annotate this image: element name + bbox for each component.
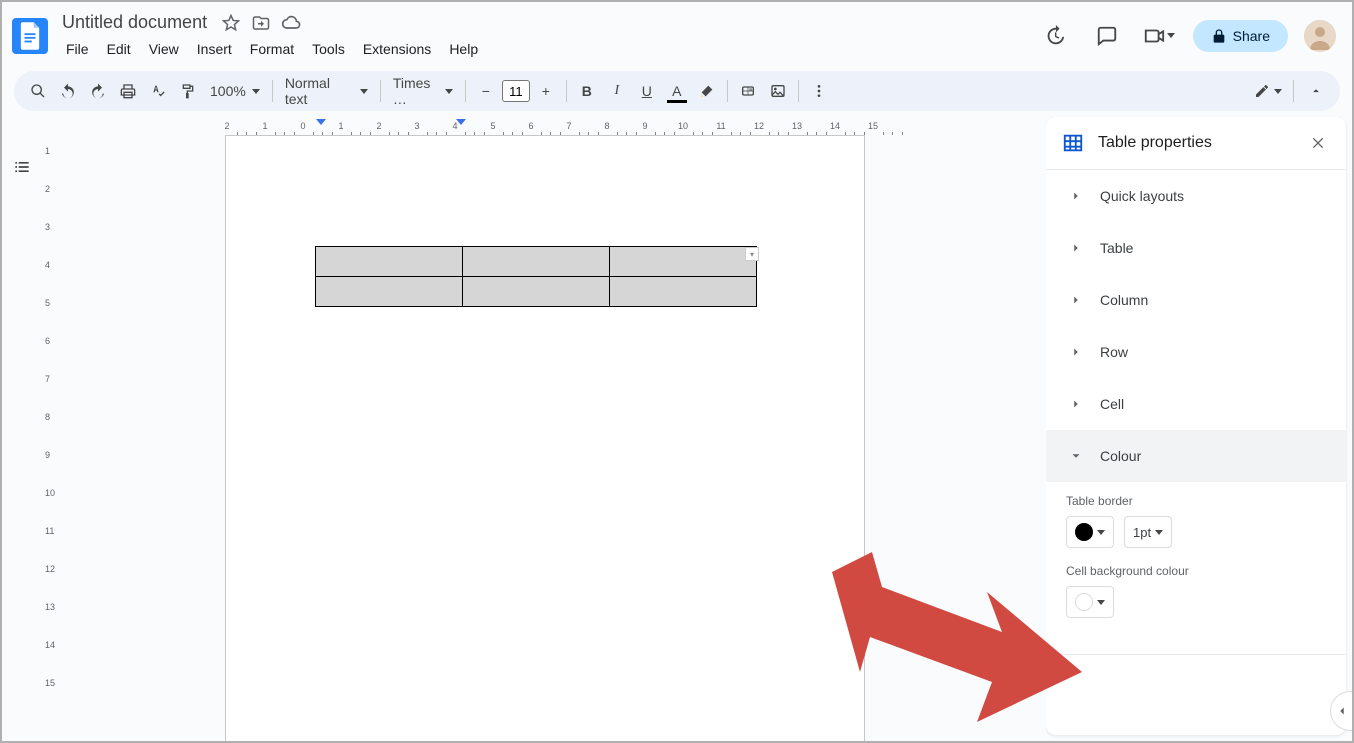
vertical-ruler[interactable]: 123456789101112131415	[42, 135, 60, 741]
chevron-right-icon	[1066, 342, 1086, 362]
menu-help[interactable]: Help	[441, 37, 486, 61]
titlebar: Untitled document File Edit View Insert …	[2, 2, 1352, 65]
border-width-select[interactable]: 1pt	[1124, 516, 1172, 548]
font-select[interactable]: Times …	[387, 75, 459, 107]
document-title[interactable]: Untitled document	[58, 10, 211, 35]
document-page[interactable]: ▾	[225, 135, 865, 741]
section-table[interactable]: Table	[1046, 222, 1346, 274]
history-icon[interactable]	[1037, 18, 1073, 54]
highlight-color-button[interactable]	[693, 77, 721, 105]
menu-tools[interactable]: Tools	[304, 37, 353, 61]
avatar[interactable]	[1304, 20, 1336, 52]
menu-file[interactable]: File	[58, 37, 97, 61]
chevron-down-icon	[1066, 446, 1086, 466]
share-button[interactable]: Share	[1193, 20, 1288, 52]
table-cell[interactable]	[316, 277, 463, 307]
undo-button[interactable]	[54, 77, 82, 105]
chevron-right-icon	[1066, 394, 1086, 414]
left-indent-marker[interactable]	[316, 119, 326, 125]
section-quick-layouts[interactable]: Quick layouts	[1046, 170, 1346, 222]
insert-link-button[interactable]	[734, 77, 762, 105]
chevron-right-icon	[1066, 238, 1086, 258]
table-options-handle[interactable]: ▾	[745, 247, 759, 261]
table-cell[interactable]	[316, 247, 463, 277]
meet-button[interactable]	[1141, 18, 1177, 54]
docs-logo[interactable]	[12, 18, 48, 54]
cell-bg-label: Cell background colour	[1066, 564, 1326, 578]
menu-edit[interactable]: Edit	[99, 37, 139, 61]
share-label: Share	[1233, 28, 1270, 44]
cloud-status-icon[interactable]	[281, 13, 301, 33]
left-sidebar	[2, 117, 42, 741]
table-icon	[1062, 132, 1084, 154]
document-container: 210123456789101112131415 123456789101112…	[42, 117, 1046, 741]
document-table[interactable]	[315, 246, 757, 307]
toolbar: 100% Normal text Times … − + B I U A	[14, 71, 1340, 111]
section-column[interactable]: Column	[1046, 274, 1346, 326]
black-swatch-icon	[1075, 523, 1093, 541]
lock-icon	[1211, 28, 1227, 44]
menubar: File Edit View Insert Format Tools Exten…	[58, 35, 1037, 61]
menu-insert[interactable]: Insert	[189, 37, 240, 61]
colour-section-content: Table border 1pt Cell background colour	[1046, 482, 1346, 655]
white-swatch-icon	[1075, 593, 1093, 611]
paint-format-button[interactable]	[174, 77, 202, 105]
section-colour[interactable]: Colour	[1046, 430, 1346, 482]
panel-title: Table properties	[1098, 134, 1292, 152]
insert-image-button[interactable]	[764, 77, 792, 105]
decrease-font-size-button[interactable]: −	[472, 77, 500, 105]
table-cell[interactable]	[463, 277, 610, 307]
section-cell[interactable]: Cell	[1046, 378, 1346, 430]
zoom-select[interactable]: 100%	[204, 83, 266, 99]
border-color-picker[interactable]	[1066, 516, 1114, 548]
menu-view[interactable]: View	[141, 37, 187, 61]
chevron-right-icon	[1066, 186, 1086, 206]
collapse-toolbar-button[interactable]	[1302, 77, 1330, 105]
star-icon[interactable]	[221, 13, 241, 33]
menu-format[interactable]: Format	[242, 37, 302, 61]
comments-icon[interactable]	[1089, 18, 1125, 54]
search-menus-button[interactable]	[24, 77, 52, 105]
italic-button[interactable]: I	[603, 77, 631, 105]
underline-button[interactable]: U	[633, 77, 661, 105]
redo-button[interactable]	[84, 77, 112, 105]
close-panel-button[interactable]	[1306, 131, 1330, 155]
increase-font-size-button[interactable]: +	[532, 77, 560, 105]
bold-button[interactable]: B	[573, 77, 601, 105]
cell-background-color-picker[interactable]	[1066, 586, 1114, 618]
horizontal-ruler[interactable]: 210123456789101112131415	[42, 117, 1046, 135]
print-button[interactable]	[114, 77, 142, 105]
caret-down-icon	[1167, 33, 1175, 38]
move-icon[interactable]	[251, 13, 271, 33]
chevron-right-icon	[1066, 290, 1086, 310]
editing-mode-button[interactable]	[1251, 77, 1285, 105]
section-row[interactable]: Row	[1046, 326, 1346, 378]
outline-button[interactable]	[10, 155, 34, 179]
table-properties-panel: Table properties Quick layouts Table Col…	[1046, 117, 1346, 735]
menu-extensions[interactable]: Extensions	[355, 37, 439, 61]
table-cell[interactable]	[610, 277, 757, 307]
font-size-input[interactable]	[502, 80, 530, 102]
paragraph-style-select[interactable]: Normal text	[279, 75, 374, 107]
spellcheck-button[interactable]	[144, 77, 172, 105]
table-border-label: Table border	[1066, 494, 1326, 508]
more-tools-button[interactable]	[805, 77, 833, 105]
table-cell[interactable]	[610, 247, 757, 277]
docs-file-icon	[19, 22, 41, 50]
table-cell[interactable]	[463, 247, 610, 277]
text-color-button[interactable]: A	[663, 77, 691, 105]
